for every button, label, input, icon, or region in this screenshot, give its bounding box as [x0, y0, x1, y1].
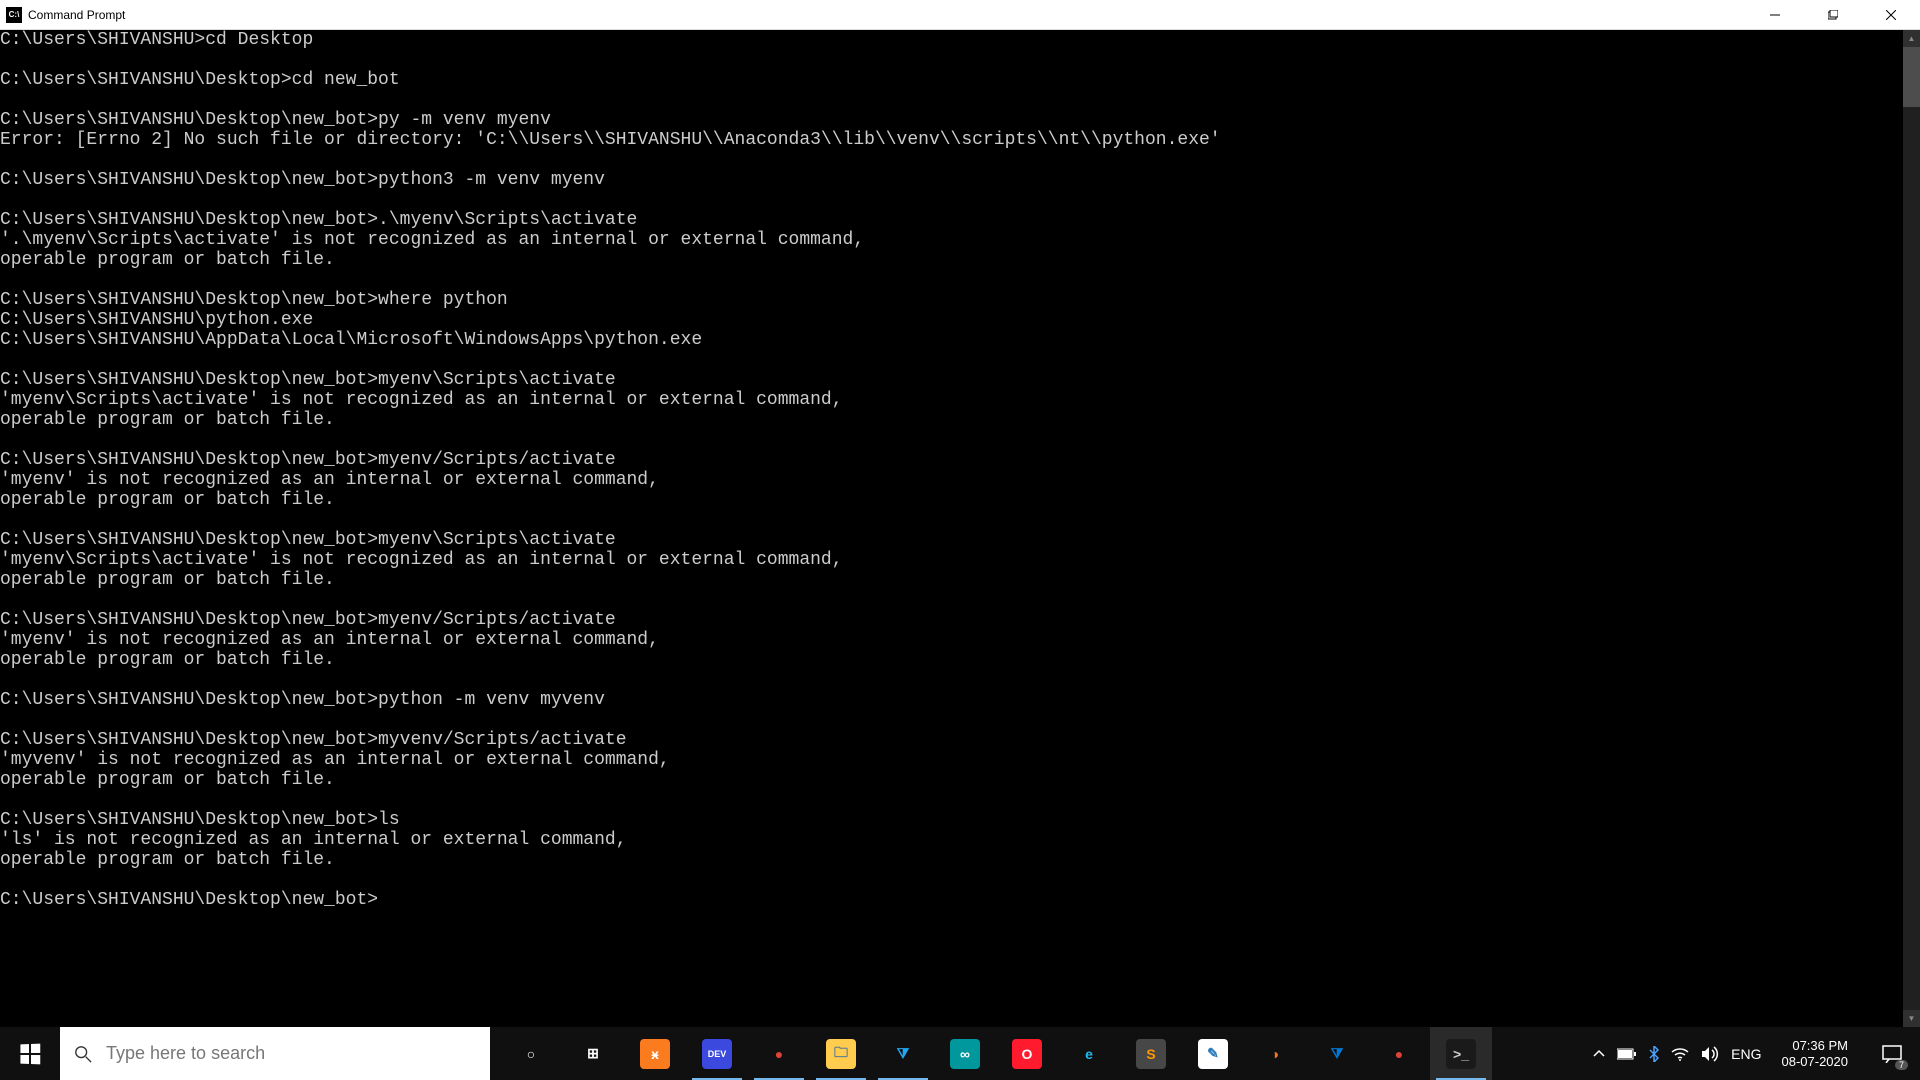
xampp-icon: ӿ [640, 1039, 670, 1069]
tray-overflow-icon[interactable] [1593, 1048, 1605, 1060]
scrollbar-thumb[interactable] [1903, 47, 1920, 107]
search-placeholder: Type here to search [106, 1043, 265, 1064]
taskbar-app-dev[interactable]: DEV [686, 1027, 748, 1080]
vscode2-icon: ⧩ [1322, 1039, 1352, 1069]
taskbar-app-arduino[interactable]: ∞ [934, 1027, 996, 1080]
taskbar-app-notepad[interactable]: ✎ [1182, 1027, 1244, 1080]
windows-logo-icon [20, 1043, 40, 1064]
bluetooth-icon[interactable] [1649, 1046, 1659, 1062]
file-explorer-icon: 🗀 [826, 1039, 856, 1069]
taskbar-app-vscode2[interactable]: ⧩ [1306, 1027, 1368, 1080]
terminal-output[interactable]: C:\Users\SHIVANSHU>cd Desktop C:\Users\S… [0, 30, 1920, 1027]
window-title: Command Prompt [28, 8, 125, 22]
taskbar-app-cortana[interactable]: ○ [500, 1027, 562, 1080]
maximize-button[interactable] [1804, 0, 1862, 30]
terminal-scrollbar[interactable]: ▲ ▼ [1903, 30, 1920, 1027]
taskbar-app-opera[interactable]: O [996, 1027, 1058, 1080]
taskbar-app-task-view[interactable]: ⊞ [562, 1027, 624, 1080]
taskbar-app-xampp[interactable]: ӿ [624, 1027, 686, 1080]
clock-date: 08-07-2020 [1782, 1054, 1849, 1070]
task-view-icon: ⊞ [578, 1039, 608, 1069]
jupyter-icon: ◑ [1260, 1039, 1290, 1069]
windows-taskbar: Type here to search ○⊞ӿDEV●🗀⧩∞OeS✎◑⧩●>_ … [0, 1027, 1920, 1080]
dev-icon: DEV [702, 1039, 732, 1069]
notepad-icon: ✎ [1198, 1039, 1228, 1069]
chrome1-icon: ● [764, 1039, 794, 1069]
taskbar-app-jupyter[interactable]: ◑ [1244, 1027, 1306, 1080]
system-tray: ENG 07:36 PM 08-07-2020 7 [1593, 1027, 1920, 1080]
taskbar-app-vscode1[interactable]: ⧩ [872, 1027, 934, 1080]
start-button[interactable] [0, 1027, 60, 1080]
close-button[interactable] [1862, 0, 1920, 30]
taskbar-app-chrome2[interactable]: ● [1368, 1027, 1430, 1080]
search-icon [74, 1045, 92, 1063]
cmd-app-icon: C:\ [6, 7, 22, 23]
taskbar-app-ie[interactable]: e [1058, 1027, 1120, 1080]
taskbar-app-icons: ○ ⊞ ӿ DEV ● 🗀 ⧩ ∞ Oe S ✎ ◑ ⧩ ● >_ [490, 1027, 1492, 1080]
scrollbar-down-button[interactable]: ▼ [1903, 1010, 1920, 1027]
taskbar-clock[interactable]: 07:36 PM 08-07-2020 [1774, 1038, 1857, 1070]
taskbar-app-cmd[interactable]: >_ [1430, 1027, 1492, 1080]
taskbar-app-chrome1[interactable]: ● [748, 1027, 810, 1080]
terminal-area[interactable]: C:\Users\SHIVANSHU>cd Desktop C:\Users\S… [0, 30, 1920, 1027]
battery-icon[interactable] [1617, 1048, 1637, 1060]
volume-icon[interactable] [1701, 1046, 1719, 1062]
taskbar-search[interactable]: Type here to search [60, 1027, 490, 1080]
cortana-icon: ○ [516, 1039, 546, 1069]
notification-count-badge: 7 [1895, 1060, 1908, 1070]
cmd-icon: >_ [1446, 1039, 1476, 1069]
clock-time: 07:36 PM [1792, 1038, 1848, 1054]
wifi-icon[interactable] [1671, 1047, 1689, 1061]
vscode1-icon: ⧩ [888, 1039, 918, 1069]
scrollbar-up-button[interactable]: ▲ [1903, 30, 1920, 47]
arduino-icon: ∞ [950, 1039, 980, 1069]
opera-icon: O [1012, 1039, 1042, 1069]
sublime-icon: S [1136, 1039, 1166, 1069]
chrome2-icon: ● [1384, 1039, 1414, 1069]
ie-icon: e [1074, 1039, 1104, 1069]
action-center-button[interactable]: 7 [1868, 1027, 1916, 1080]
minimize-button[interactable] [1746, 0, 1804, 30]
taskbar-app-file-explorer[interactable]: 🗀 [810, 1027, 872, 1080]
taskbar-app-sublime[interactable]: S [1120, 1027, 1182, 1080]
language-indicator[interactable]: ENG [1731, 1046, 1761, 1062]
window-titlebar: C:\ Command Prompt [0, 0, 1920, 30]
